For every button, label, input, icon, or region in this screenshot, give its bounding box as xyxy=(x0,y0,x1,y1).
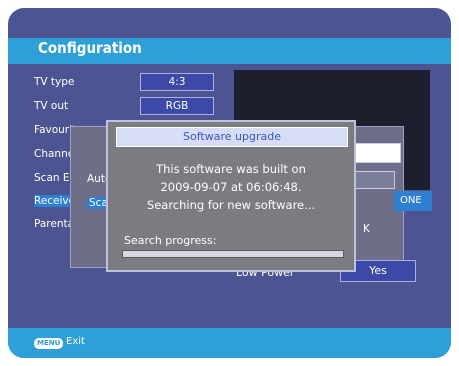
menu-item-tv-out[interactable]: TV out xyxy=(34,100,124,112)
software-upgrade-dialog: Software upgrade This software was built… xyxy=(106,120,356,272)
progress-label: Search progress: xyxy=(124,234,217,247)
one-button[interactable]: ONE xyxy=(394,191,432,211)
tv-type-value[interactable]: 4:3 xyxy=(140,73,214,91)
dialog-title: Software upgrade xyxy=(116,127,348,147)
menu-item-tv-type[interactable]: TV type xyxy=(34,76,124,88)
tv-out-value[interactable]: RGB xyxy=(140,97,214,115)
menu-item-receiver[interactable]: Receive xyxy=(34,195,74,207)
menu-key-icon: MENU xyxy=(34,338,64,349)
sub-dialog-ok[interactable]: K xyxy=(363,223,370,235)
build-date-line: 2009-09-07 at 06:06:48. xyxy=(160,180,302,194)
page-title: Configuration xyxy=(38,39,142,57)
footer-exit-label[interactable]: Exit xyxy=(66,336,85,347)
searching-status-line: Searching for new software... xyxy=(146,198,316,212)
menu-item-scan-engine[interactable]: Scan En xyxy=(34,172,74,184)
tv-screen: Configuration TV type 4:3 TV out RGB Fav… xyxy=(8,8,451,358)
footer-bar: MENU Exit xyxy=(8,328,451,358)
title-bar: Configuration xyxy=(8,38,451,64)
build-info-line: This software was built on xyxy=(156,162,306,176)
search-progress-bar xyxy=(122,250,344,258)
